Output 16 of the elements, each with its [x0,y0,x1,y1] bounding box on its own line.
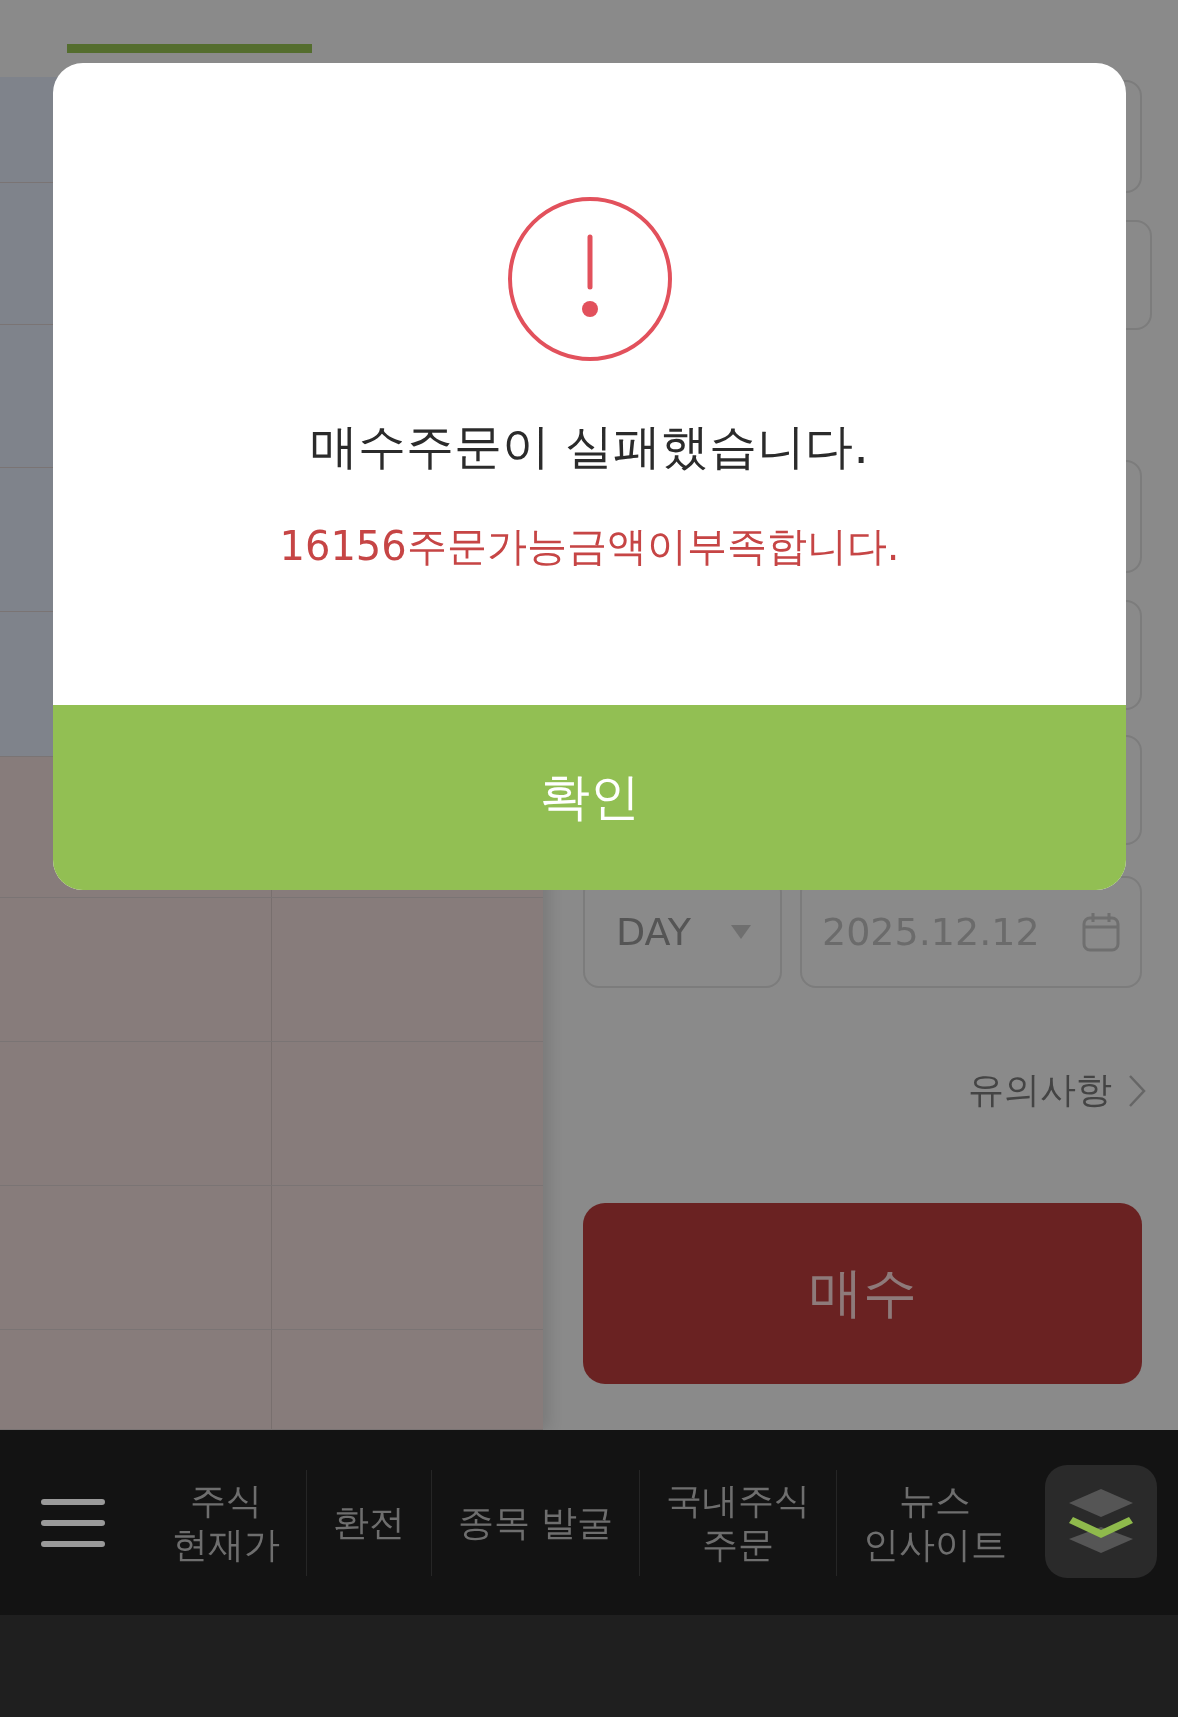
caret-icon [730,924,752,940]
warning-icon [505,195,674,363]
nav-item[interactable]: 종목 발굴 [432,1500,640,1545]
notice-link[interactable]: 유의사항 [968,1066,1146,1115]
dialog-title: 매수주문이 실패했습니다. [310,417,869,476]
error-message: 16156주문가능금액이부족합니다. [279,522,900,571]
chevron-right-icon [1128,1073,1146,1108]
nav-item[interactable]: 뉴스 인사이트 [837,1479,1034,1566]
nav-item[interactable]: 주식 현재가 [146,1479,306,1566]
confirm-button[interactable]: 확인 [53,705,1126,890]
menu-icon[interactable] [40,1496,106,1549]
buy-button[interactable]: 매수 [583,1203,1142,1384]
calendar-icon [1082,912,1120,952]
layers-button[interactable] [1045,1465,1157,1578]
nav-item[interactable]: 국내주식 주문 [640,1479,837,1566]
nav-item[interactable]: 환전 [307,1500,431,1545]
